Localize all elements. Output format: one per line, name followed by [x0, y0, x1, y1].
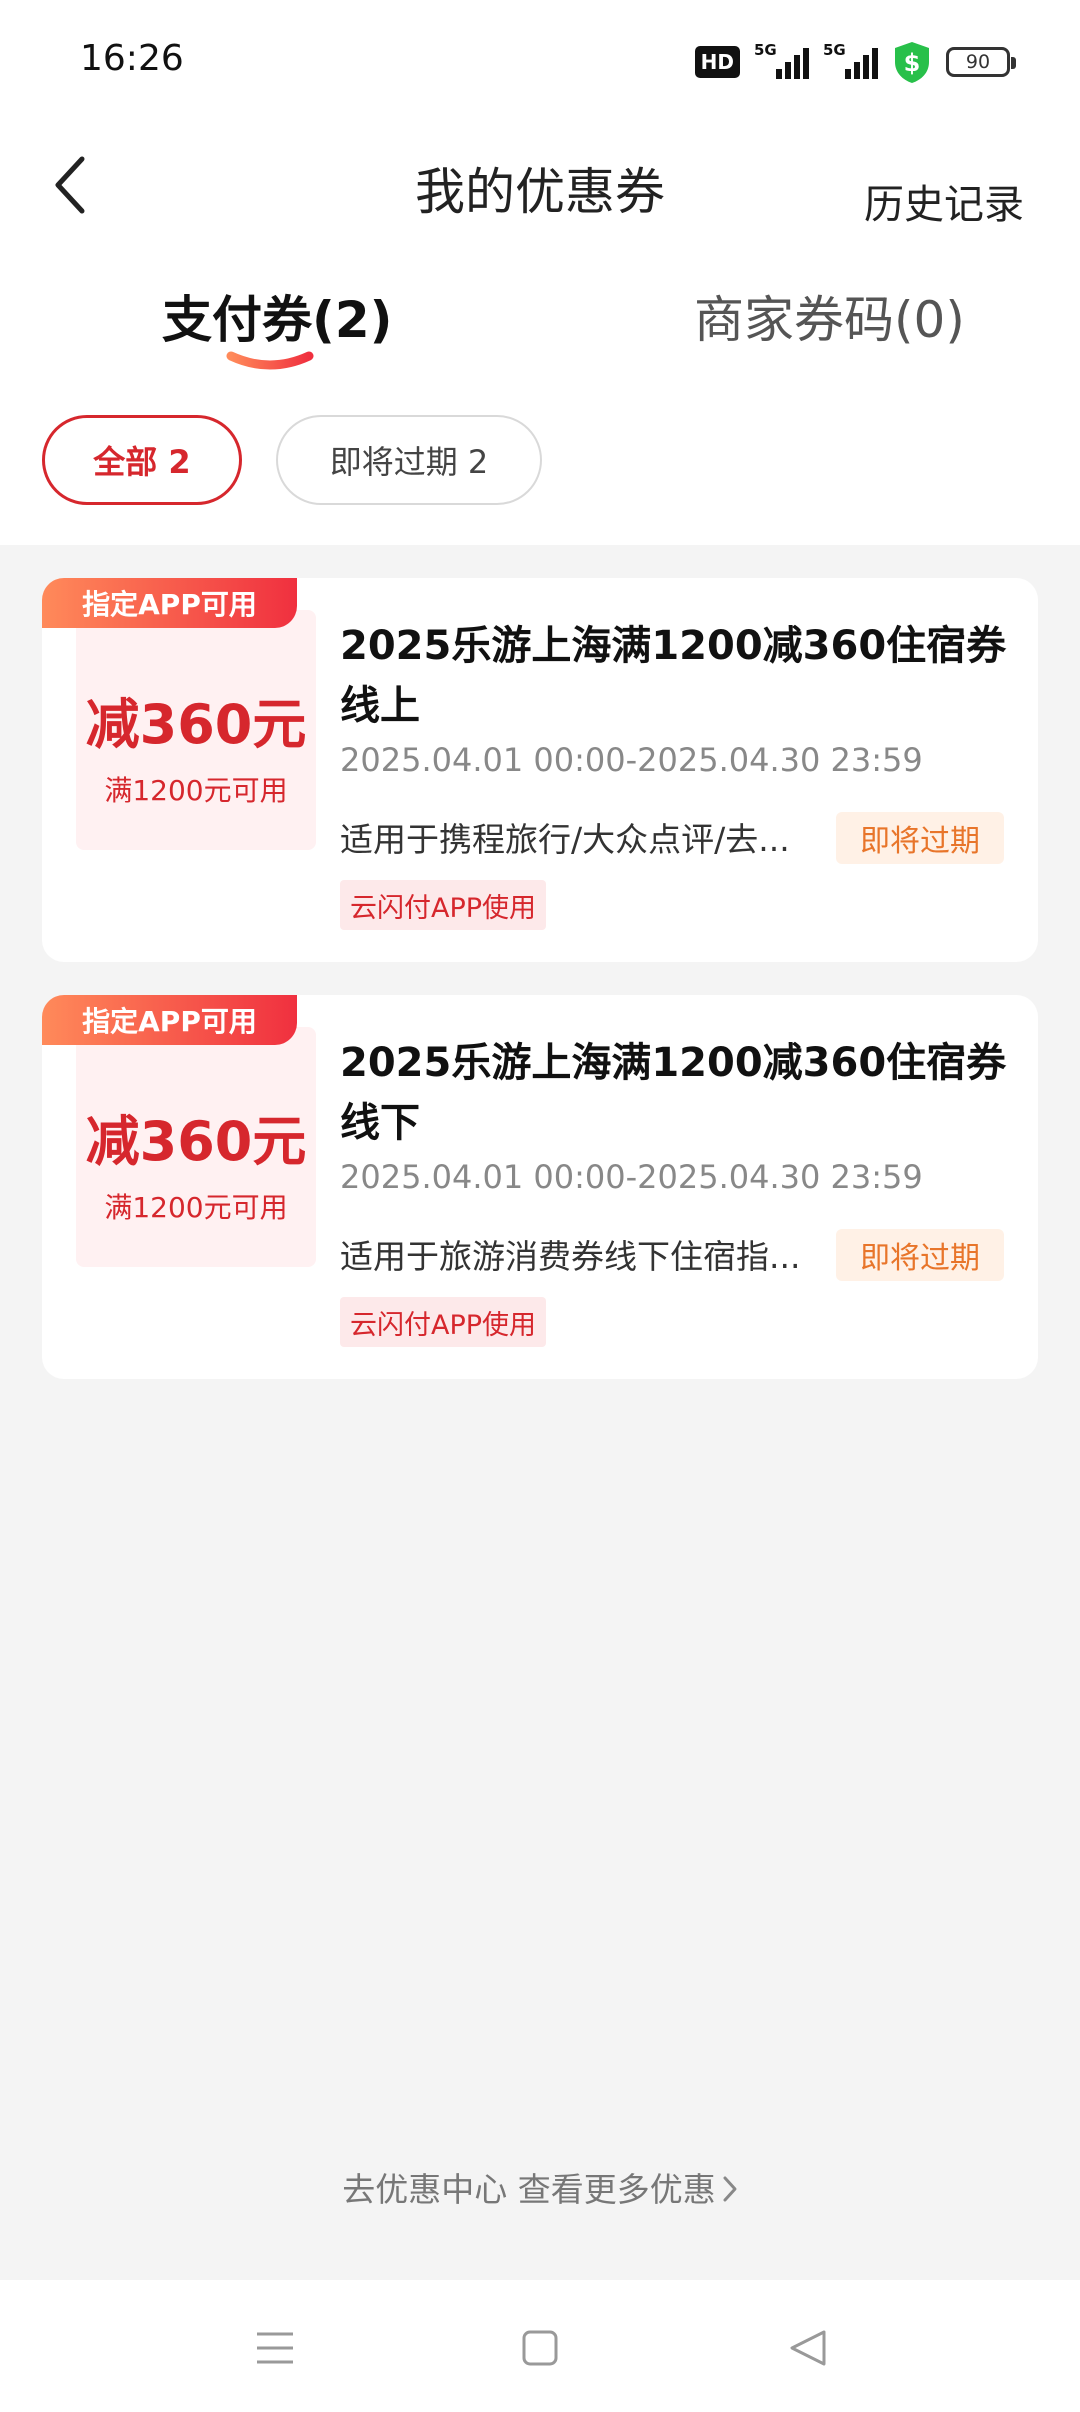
- square-icon: [522, 2330, 558, 2366]
- history-link[interactable]: 历史记录: [864, 172, 1024, 230]
- top-section: 16:26 HD 5G 5G $ 90 我的优惠券 历史记录 支付券(2) 商家…: [0, 0, 1080, 545]
- app-only-tag: 指定APP可用: [42, 578, 297, 628]
- chevron-right-icon: [722, 2172, 738, 2211]
- coupon-card[interactable]: 减360元 满1200元可用 指定APP可用 2025乐游上海满1200减360…: [42, 578, 1038, 962]
- coupon-condition: 满1200元可用: [104, 1190, 288, 1224]
- tab-merchant-codes[interactable]: 商家券码(0): [694, 280, 965, 352]
- tab-bar: 支付券(2) 商家券码(0): [0, 280, 1080, 380]
- coupon-description: 适用于携程旅行/大众点评/去...: [340, 820, 790, 859]
- filter-all-pill[interactable]: 全部 2: [42, 415, 242, 505]
- nav-home-button[interactable]: [510, 2318, 570, 2378]
- coupon-amount: 减360元: [85, 692, 307, 756]
- coupon-validity: 2025.04.01 00:00-2025.04.30 23:59: [340, 741, 923, 779]
- status-icons: HD 5G 5G $ 90: [694, 41, 1016, 83]
- app-only-tag: 指定APP可用: [42, 995, 297, 1045]
- signal-label: 5G: [754, 41, 777, 59]
- coupon-value-box: 减360元 满1200元可用: [76, 1027, 316, 1267]
- filter-expiring-pill[interactable]: 即将过期 2: [276, 415, 542, 505]
- status-time: 16:26: [80, 38, 184, 79]
- more-offers-label: 去优惠中心 查看更多优惠: [342, 2170, 716, 2209]
- coupon-title: 2025乐游上海满1200减360住宿券线上: [340, 623, 1007, 729]
- battery-icon: 90: [946, 47, 1016, 77]
- coupon-value-box: 减360元 满1200元可用: [76, 610, 316, 850]
- nav-back-button[interactable]: [778, 2318, 838, 2378]
- signal-icon-2: 5G: [823, 41, 878, 79]
- triangle-back-icon: [790, 2330, 826, 2366]
- nav-menu-button[interactable]: [245, 2318, 305, 2378]
- expiring-badge: 即将过期: [836, 1229, 1004, 1281]
- system-nav-bar: [0, 2280, 1080, 2412]
- shield-symbol: $: [904, 49, 921, 77]
- hd-icon: HD: [694, 46, 740, 78]
- more-offers-link[interactable]: 去优惠中心 查看更多优惠: [0, 2163, 1080, 2211]
- signal-label-2: 5G: [823, 41, 846, 59]
- signal-icon: 5G: [754, 41, 809, 79]
- tab-active-indicator: [226, 351, 314, 370]
- usage-tag: 云闪付APP使用: [340, 880, 547, 930]
- tab-payment-coupons[interactable]: 支付券(2): [162, 280, 393, 352]
- filter-bar: 全部 2 即将过期 2: [0, 415, 1080, 507]
- expiring-badge: 即将过期: [836, 812, 1004, 864]
- status-bar: 16:26 HD 5G 5G $ 90: [0, 0, 1080, 120]
- header: 我的优惠券 历史记录: [0, 130, 1080, 240]
- coupon-description: 适用于旅游消费券线下住宿指...: [340, 1237, 800, 1276]
- coupon-title: 2025乐游上海满1200减360住宿券线下: [340, 1040, 1007, 1146]
- coupon-card[interactable]: 减360元 满1200元可用 指定APP可用 2025乐游上海满1200减360…: [42, 995, 1038, 1379]
- menu-icon: [257, 2332, 293, 2364]
- usage-tag: 云闪付APP使用: [340, 1297, 547, 1347]
- shield-icon: $: [895, 42, 929, 83]
- coupon-condition: 满1200元可用: [104, 773, 288, 807]
- coupon-validity: 2025.04.01 00:00-2025.04.30 23:59: [340, 1158, 923, 1196]
- coupon-amount: 减360元: [85, 1109, 307, 1173]
